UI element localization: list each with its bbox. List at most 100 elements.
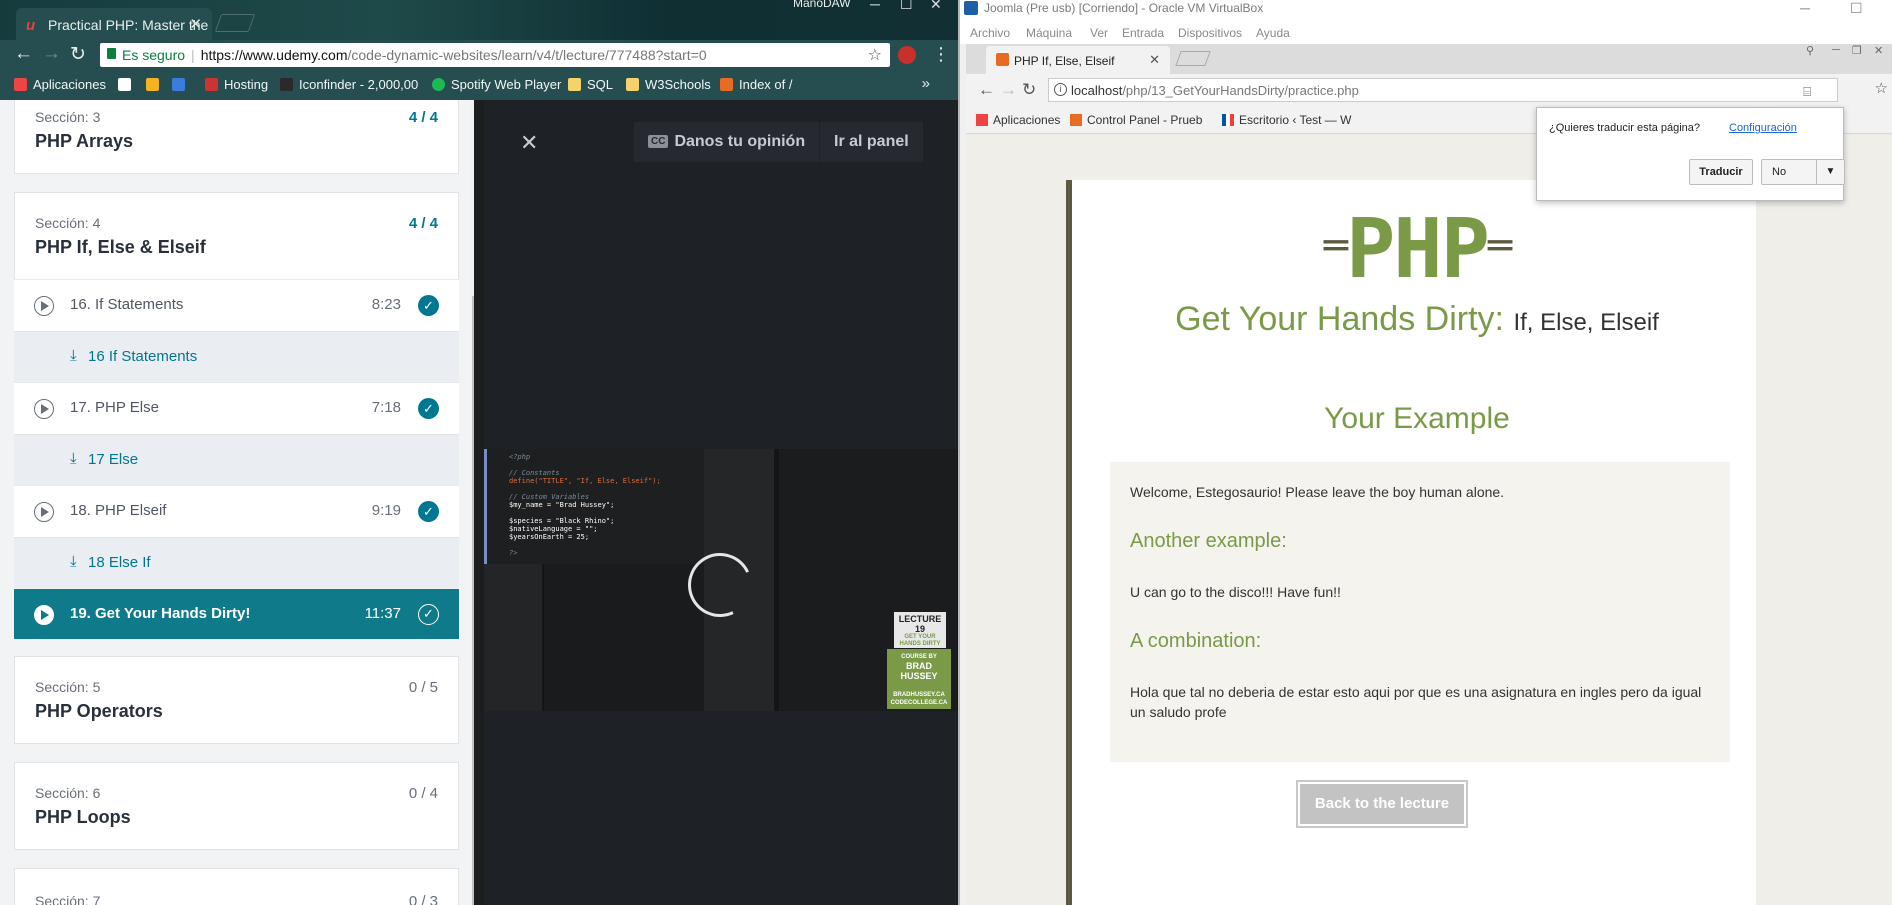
browser-menu-icon[interactable]: ⋮ bbox=[932, 44, 950, 65]
course-curriculum-sidebar: Sección: 3 PHP Arrays 4 / 4 Sección: 4 P… bbox=[0, 100, 474, 905]
lecture-row-17[interactable]: 17. PHP Else 7:18 ✓ bbox=[14, 382, 459, 434]
address-toolbar: ← → ↻ Es seguro | https://www.udemy.com/co… bbox=[0, 40, 958, 70]
lecture-row-16[interactable]: 16. If Statements 8:23 ✓ bbox=[14, 279, 459, 331]
gmail-icon bbox=[118, 78, 131, 91]
new-tab-button[interactable] bbox=[1175, 51, 1211, 66]
menu-archivo[interactable]: Archivo bbox=[970, 26, 1010, 40]
resource-row-18[interactable]: ⤓ 18 Else If bbox=[14, 537, 459, 588]
feedback-button[interactable]: CC Danos tu opinión bbox=[634, 122, 820, 162]
menu-entrada[interactable]: Entrada bbox=[1122, 26, 1164, 40]
restore-icon[interactable]: ❐ bbox=[1852, 44, 1862, 57]
section-card-3[interactable]: Sección: 3 PHP Arrays 4 / 4 bbox=[14, 100, 459, 174]
resource-link[interactable]: 16 If Statements bbox=[88, 348, 197, 365]
section-card-4[interactable]: Sección: 4 PHP If, Else & Elseif 4 / 4 bbox=[14, 192, 459, 280]
section-title: PHP Arrays bbox=[35, 131, 134, 151]
bookmark-index[interactable]: Index of / bbox=[720, 77, 792, 92]
scroll-up-arrow-icon[interactable]: ▲ bbox=[473, 102, 474, 112]
resource-row-17[interactable]: ⤓ 17 Else bbox=[14, 434, 459, 485]
completed-check-icon[interactable]: ✓ bbox=[418, 295, 439, 316]
translate-icon[interactable]: ⌸ bbox=[1803, 84, 1811, 100]
resource-row-16[interactable]: ⤓ 16 If Statements bbox=[14, 331, 459, 382]
bookmark-control-panel[interactable]: Control Panel - Prueb bbox=[1070, 113, 1202, 127]
play-icon bbox=[34, 605, 54, 625]
bookmark-star-icon[interactable]: ☆ bbox=[868, 45, 882, 65]
bookmarks-overflow-icon[interactable]: » bbox=[922, 75, 930, 92]
bookmark-escritorio[interactable]: Escritorio ‹ Test — W bbox=[1222, 113, 1351, 127]
combination-text: Hola que tal no deberia de estar esto aq… bbox=[1130, 684, 1702, 720]
lecture-row-18[interactable]: 18. PHP Elseif 9:19 ✓ bbox=[14, 485, 459, 537]
window-title: Joomla (Pre usb) [Corriendo] - Oracle VM… bbox=[984, 1, 1264, 15]
profile-name[interactable]: ManoDAW bbox=[793, 0, 851, 10]
address-bar[interactable]: Es seguro | https://www.udemy.com/code-dyn… bbox=[100, 43, 890, 67]
back-to-lecture-button[interactable]: Back to the lecture bbox=[1296, 780, 1468, 828]
minimize-icon[interactable]: ─ bbox=[1800, 0, 1810, 16]
bookmark-gmail[interactable] bbox=[118, 77, 137, 92]
bookmark-apps[interactable]: Aplicaciones bbox=[976, 113, 1060, 127]
bookmark-spotify[interactable]: Spotify Web Player bbox=[432, 77, 561, 92]
maximize-icon[interactable]: ☐ bbox=[1850, 0, 1863, 16]
section-card-6[interactable]: Sección: 6 PHP Loops 0 / 4 bbox=[14, 762, 459, 850]
virtualbox-menubar: Archivo Máquina Ver Entrada Dispositivos… bbox=[960, 22, 1892, 44]
bookmark-icon-m[interactable] bbox=[146, 77, 165, 92]
guest-address-bar[interactable]: i localhost/php/13_GetYourHandsDirty/pra… bbox=[1048, 78, 1838, 102]
bookmark-icon-doc[interactable] bbox=[172, 77, 191, 92]
menu-maquina[interactable]: Máquina bbox=[1026, 26, 1072, 40]
chevron-down-icon[interactable]: ▼ bbox=[1816, 160, 1844, 184]
reload-icon[interactable]: ↻ bbox=[70, 43, 86, 66]
translate-settings-link[interactable]: Configuración bbox=[1729, 122, 1797, 134]
bookmark-w3schools[interactable]: W3Schools bbox=[626, 77, 711, 92]
profile-icon[interactable]: ⚲ bbox=[1806, 44, 1814, 57]
minimize-icon[interactable]: ─ bbox=[1832, 44, 1840, 56]
back-icon[interactable]: ← bbox=[978, 80, 995, 100]
download-icon: ⤓ bbox=[70, 450, 77, 467]
lecture-title: 17. PHP Else bbox=[70, 399, 159, 416]
resource-link[interactable]: 18 Else If bbox=[88, 554, 151, 571]
lecture-row-19-current[interactable]: 19. Get Your Hands Dirty! 11:37 ✓ bbox=[14, 589, 459, 639]
forward-icon[interactable]: → bbox=[42, 43, 61, 65]
browser-tab-udemy[interactable]: u Practical PHP: Master the ✕ bbox=[16, 8, 212, 40]
close-window-icon[interactable]: ✕ bbox=[1874, 44, 1883, 57]
section-card-7[interactable]: Sección: 7 0 / 3 bbox=[14, 868, 459, 905]
minimize-icon[interactable]: ─ bbox=[870, 0, 880, 12]
dashboard-button[interactable]: Ir al panel bbox=[820, 122, 923, 162]
close-tab-icon[interactable]: ✕ bbox=[1149, 52, 1160, 68]
close-tab-icon[interactable]: ✕ bbox=[189, 15, 202, 33]
guest-browser-tab[interactable]: PHP If, Else, Elseif ✕ bbox=[986, 46, 1170, 74]
virtualbox-window: Joomla (Pre usb) [Corriendo] - Oracle VM… bbox=[958, 0, 1892, 905]
reload-icon[interactable]: ↻ bbox=[1022, 80, 1036, 100]
bookmark-sql[interactable]: SQL bbox=[568, 77, 613, 92]
menu-ayuda[interactable]: Ayuda bbox=[1256, 26, 1290, 40]
maximize-icon[interactable]: ☐ bbox=[900, 0, 913, 13]
bookmark-star-icon[interactable]: ☆ bbox=[1875, 79, 1888, 97]
lecture-badge: LECTURE 19 GET YOUR HANDS DIRTY bbox=[894, 612, 946, 648]
new-tab-button[interactable] bbox=[214, 14, 256, 32]
lecture-title: 19. Get Your Hands Dirty! bbox=[70, 605, 251, 622]
translate-button[interactable]: Traducir bbox=[1689, 159, 1753, 185]
close-window-icon[interactable]: ✕ bbox=[930, 0, 942, 13]
course-badge: COURSE BY BRAD HUSSEY BRADHUSSEY.CA CODE… bbox=[887, 649, 951, 709]
close-player-icon[interactable]: ✕ bbox=[520, 130, 538, 156]
resource-link[interactable]: 17 Else bbox=[88, 451, 138, 468]
section-card-5[interactable]: Sección: 5 PHP Operators 0 / 5 bbox=[14, 656, 459, 744]
bookmark-apps[interactable]: Aplicaciones bbox=[14, 77, 106, 92]
bookmark-hosting[interactable]: Hosting bbox=[205, 77, 268, 92]
video-frame[interactable]: <?php // Constants define("TITLE", "If, … bbox=[484, 449, 958, 711]
completed-check-icon[interactable]: ✓ bbox=[418, 501, 439, 522]
back-icon[interactable]: ← bbox=[14, 43, 33, 65]
extension-icon[interactable] bbox=[898, 46, 916, 64]
editor-sidebar bbox=[484, 564, 542, 711]
download-icon: ⤓ bbox=[70, 553, 77, 570]
bookmark-iconfinder[interactable]: Iconfinder - 2,000,00 bbox=[280, 77, 418, 92]
forward-icon[interactable]: → bbox=[1000, 80, 1017, 100]
example-output-box: Welcome, Estegosaurio! Please leave the … bbox=[1110, 462, 1730, 762]
hosting-icon bbox=[205, 78, 218, 91]
menu-ver[interactable]: Ver bbox=[1090, 26, 1108, 40]
sidebar-scroll-thumb[interactable] bbox=[472, 296, 474, 905]
menu-dispositivos[interactable]: Dispositivos bbox=[1178, 26, 1242, 40]
no-translate-button[interactable]: No ▼ bbox=[1761, 159, 1845, 185]
example-heading: Your Example bbox=[1324, 402, 1510, 435]
completed-check-icon[interactable]: ✓ bbox=[418, 398, 439, 419]
logo-dash-right: ═ bbox=[1488, 223, 1512, 269]
info-icon[interactable]: i bbox=[1054, 83, 1067, 96]
completed-check-icon[interactable]: ✓ bbox=[418, 604, 439, 625]
